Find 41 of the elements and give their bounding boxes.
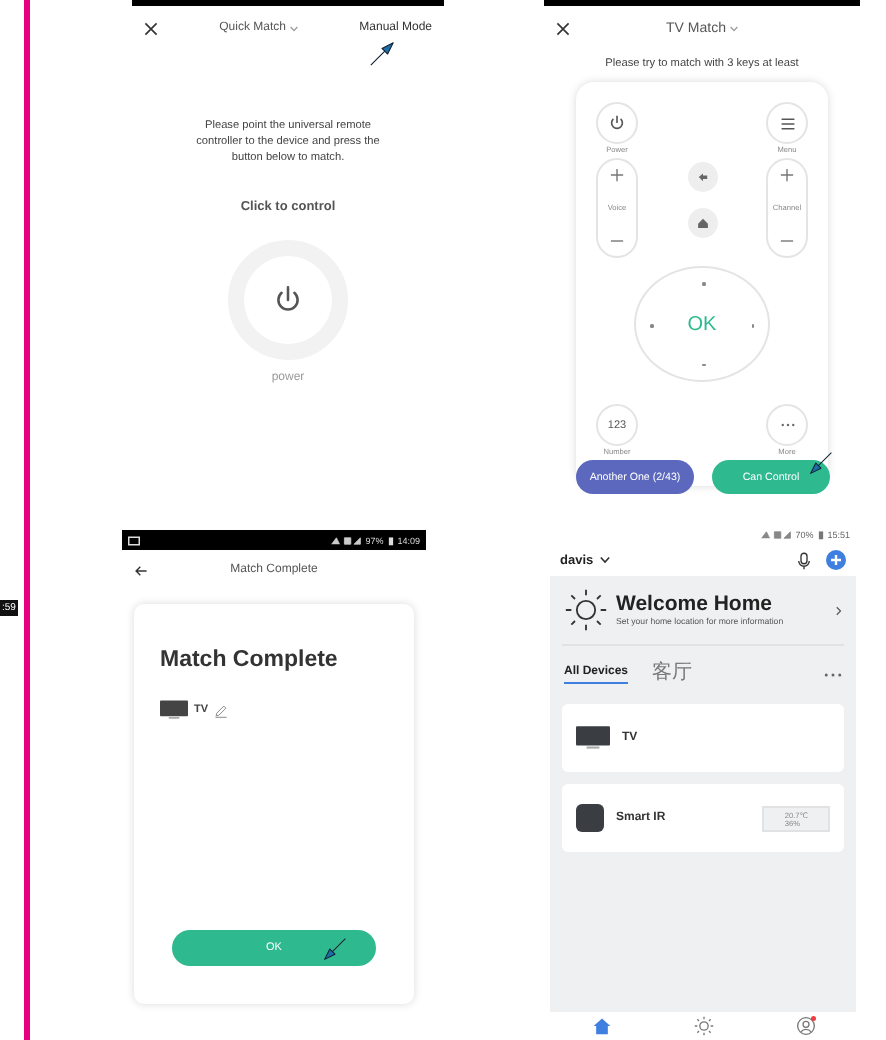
menu-key[interactable] — [766, 102, 808, 144]
back-arrow-icon — [695, 170, 709, 184]
minus-icon — [610, 234, 624, 248]
battery-icon — [817, 529, 824, 539]
plus-icon — [780, 168, 794, 182]
tv-icon — [576, 726, 610, 750]
result-title: Match Complete — [160, 648, 340, 672]
add-icon[interactable] — [826, 550, 846, 570]
power-key[interactable] — [596, 102, 638, 144]
signal-icons — [759, 529, 792, 539]
pointer-arrow-icon — [368, 40, 396, 68]
power-icon — [608, 114, 626, 132]
more-icon[interactable] — [824, 672, 842, 678]
back-icon[interactable] — [134, 563, 148, 577]
pencil-icon[interactable] — [214, 703, 229, 717]
tv-icon — [160, 700, 188, 720]
signal-icons — [329, 535, 362, 545]
hub-icon — [576, 804, 604, 832]
welcome-title: Welcome Home — [616, 592, 774, 617]
profile-tab-icon[interactable] — [795, 1016, 815, 1036]
image-icon — [128, 535, 140, 545]
minus-icon — [780, 234, 794, 248]
menu-icon — [779, 115, 795, 131]
more-icon — [779, 422, 795, 428]
plus-icon — [610, 168, 624, 182]
battery-icon — [387, 535, 394, 545]
scene-tab-icon[interactable] — [693, 1016, 713, 1036]
chevron-right-icon[interactable] — [836, 605, 842, 615]
back-key[interactable] — [687, 162, 717, 192]
close-icon[interactable] — [556, 21, 570, 35]
pointer-arrow-icon — [322, 936, 348, 962]
pointer-arrow-icon — [808, 450, 834, 476]
home-key[interactable] — [687, 208, 717, 238]
room-tab[interactable]: 客厅 — [652, 658, 693, 692]
caret-icon[interactable] — [599, 556, 610, 564]
close-icon[interactable] — [144, 21, 158, 35]
microphone-icon[interactable] — [796, 551, 812, 569]
power-icon — [272, 284, 304, 317]
home-tab-icon[interactable] — [591, 1016, 611, 1036]
sun-icon — [564, 588, 608, 632]
home-icon — [695, 216, 709, 230]
